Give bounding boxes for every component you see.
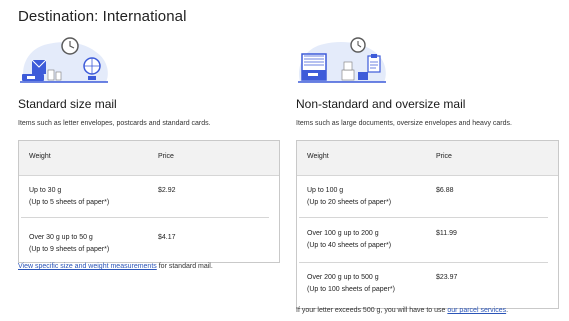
weight-column-header: Weight [307, 153, 329, 160]
footnote-text: for standard mail. [156, 263, 213, 270]
section-description: Items such as large documents, oversize … [296, 120, 512, 127]
price-column-header: Price [436, 153, 452, 160]
price-value: $6.88 [436, 187, 454, 194]
weight-note: (Up to 5 sheets of paper*) [29, 199, 110, 206]
table-header: Weight Price [297, 141, 558, 176]
section-title: Non-standard and oversize mail [296, 97, 466, 111]
table-row: Over 200 g up to 500 g (Up to 100 sheets… [297, 261, 558, 306]
size-measurements-note: View specific size and weight measuremen… [18, 263, 213, 270]
price-value: $4.17 [158, 234, 176, 241]
price-value: $2.92 [158, 187, 176, 194]
table-row: Over 100 g up to 200 g (Up to 40 sheets … [297, 216, 558, 261]
page-title: Destination: International [18, 8, 187, 25]
weight-value: Up to 30 g [29, 187, 62, 194]
weight-note: (Up to 40 sheets of paper*) [307, 242, 392, 249]
parcel-services-link[interactable]: our parcel services [447, 307, 506, 314]
weight-note: (Up to 20 sheets of paper*) [307, 199, 392, 206]
table-header: Weight Price [19, 141, 279, 176]
price-table: Weight Price Up to 30 g (Up to 5 sheets … [18, 140, 280, 263]
envelope-globe-clock-illustration [20, 37, 108, 83]
section-description: Items such as letter envelopes, postcard… [18, 120, 211, 127]
price-value: $23.97 [436, 274, 458, 281]
price-table: Weight Price Up to 100 g (Up to 20 sheet… [296, 140, 559, 309]
size-measurements-link[interactable]: View specific size and weight measuremen… [18, 263, 157, 270]
table-row: Up to 30 g (Up to 5 sheets of paper*) $2… [19, 176, 279, 214]
footnote-end: . [506, 307, 509, 314]
weight-value: Up to 100 g [307, 187, 344, 194]
weight-value: Over 200 g up to 500 g [307, 274, 379, 281]
footnote-text: If your letter exceeds 500 g, you will h… [296, 307, 448, 314]
parcel-services-note: If your letter exceeds 500 g, you will h… [296, 307, 508, 314]
table-row: Up to 100 g (Up to 20 sheets of paper*) … [297, 176, 558, 216]
table-row: Over 30 g up to 50 g (Up to 9 sheets of … [19, 214, 279, 262]
mailbox-packages-clock-illustration [298, 37, 386, 83]
weight-note: (Up to 9 sheets of paper*) [29, 246, 110, 253]
weight-note: (Up to 100 sheets of paper*) [307, 286, 395, 293]
weight-column-header: Weight [29, 153, 51, 160]
section-title: Standard size mail [18, 97, 117, 111]
price-column-header: Price [158, 153, 174, 160]
price-value: $11.99 [436, 230, 457, 237]
weight-value: Over 100 g up to 200 g [307, 230, 379, 237]
weight-value: Over 30 g up to 50 g [29, 234, 93, 241]
